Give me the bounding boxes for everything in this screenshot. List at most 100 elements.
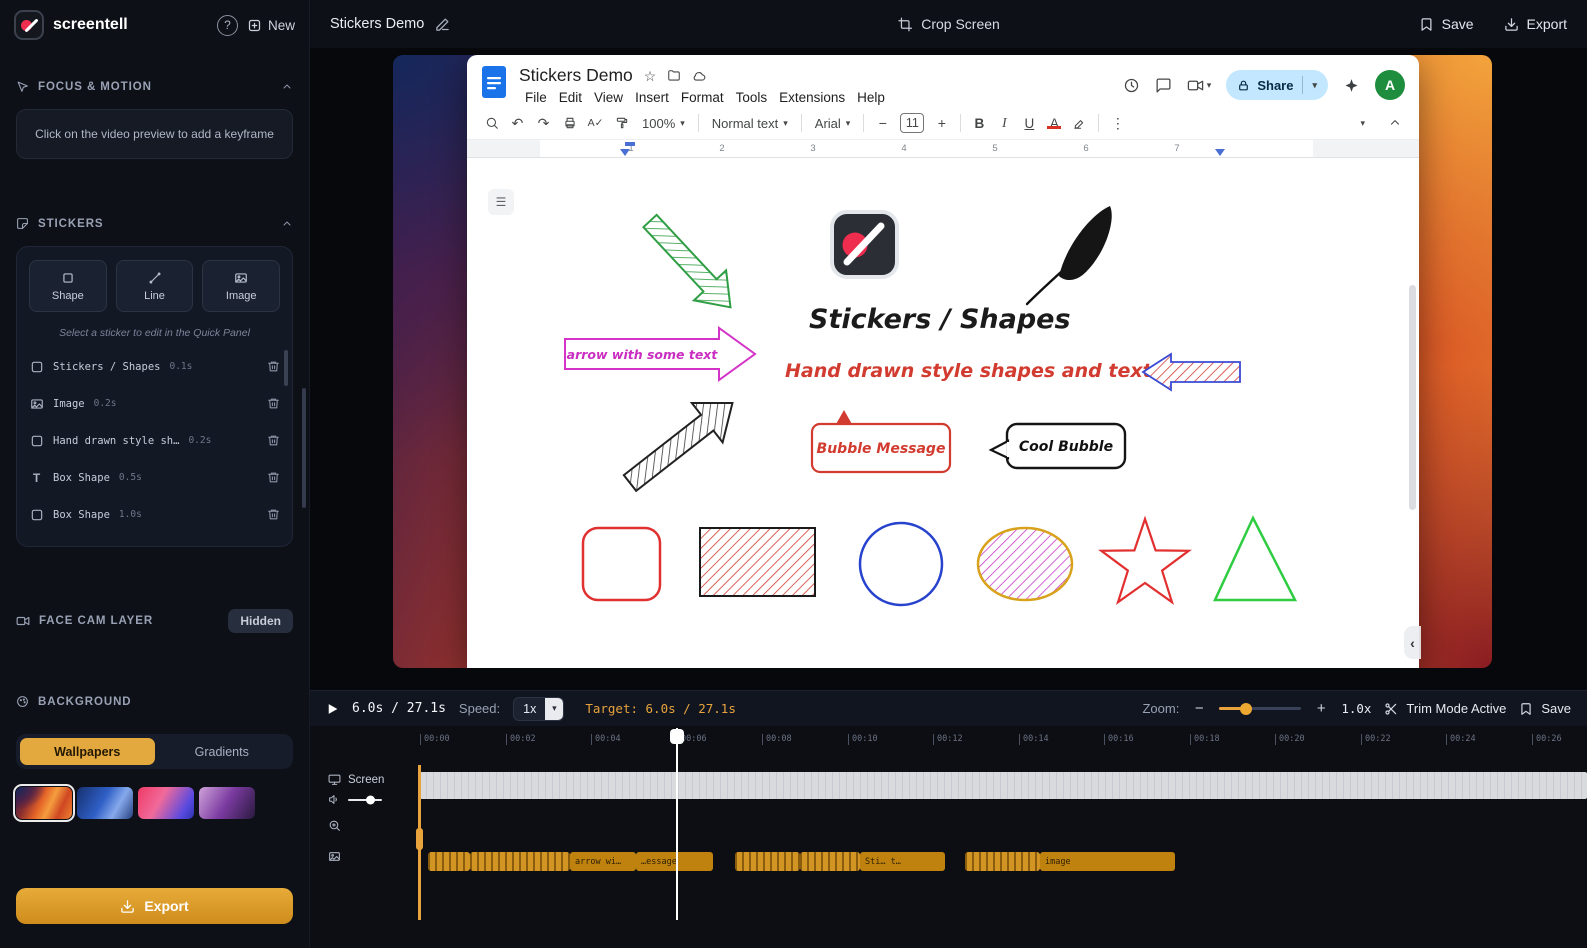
timeline-canvas[interactable]: 00:00 00:02 00:04 00:06 00:08 00:10 00:1… xyxy=(420,726,1587,948)
menu-extensions[interactable]: Extensions xyxy=(773,89,851,106)
export-button[interactable]: Export xyxy=(16,888,293,924)
editing-mode-select[interactable]: ▾ xyxy=(1348,111,1372,135)
export-top-button[interactable]: Export xyxy=(1504,16,1567,32)
crop-screen-button[interactable]: Crop Screen xyxy=(897,16,1000,32)
playhead[interactable] xyxy=(676,728,678,920)
zoom-slider[interactable] xyxy=(1219,707,1301,710)
redo-button[interactable]: ↷ xyxy=(531,111,556,135)
doc-canvas[interactable]: Stickers / Shapes arrow with some text H… xyxy=(467,158,1419,668)
black-arrow-sticker[interactable] xyxy=(615,383,748,502)
chevron-up-icon[interactable] xyxy=(281,218,293,230)
wallpaper-thumb-2[interactable] xyxy=(77,787,133,819)
add-shape-button[interactable]: Shape xyxy=(29,260,107,312)
heading-text[interactable]: Stickers / Shapes xyxy=(809,304,1071,335)
wallpaper-thumb-1[interactable] xyxy=(16,787,72,819)
blue-circle-shape[interactable] xyxy=(860,523,942,605)
red-rounded-square-shape[interactable] xyxy=(583,528,660,600)
preview-wallpaper[interactable]: Stickers Demo ☆ File Edit View Insert Fo xyxy=(393,55,1492,668)
timeline-segment[interactable] xyxy=(470,852,570,871)
doc-ruler[interactable]: 1 2 3 4 5 6 7 xyxy=(467,140,1419,158)
timeline-segment[interactable] xyxy=(965,852,1040,871)
add-image-button[interactable]: Image xyxy=(202,260,280,312)
underline-button[interactable]: U xyxy=(1017,116,1041,131)
hatched-rectangle-shape[interactable] xyxy=(700,528,815,596)
timeline-segment[interactable] xyxy=(428,852,470,871)
text-color-button[interactable]: A xyxy=(1042,116,1066,131)
sticker-list-item[interactable]: Hand drawn style sh… 0.2s xyxy=(29,422,280,459)
font-size-input[interactable]: 11 xyxy=(900,113,924,133)
help-button[interactable]: ? xyxy=(217,15,238,36)
decrease-font-button[interactable]: − xyxy=(870,111,895,135)
play-button[interactable] xyxy=(326,702,339,716)
right-indent-marker[interactable] xyxy=(1215,149,1225,156)
collapse-panel-button[interactable]: ‹ xyxy=(1404,626,1421,659)
caret-down-icon[interactable]: ▾ xyxy=(1312,81,1317,90)
comment-icon[interactable] xyxy=(1155,77,1172,94)
timeline-segment[interactable]: image xyxy=(1040,852,1175,871)
collapse-toolbar-button[interactable] xyxy=(1382,111,1407,135)
doc-scrollbar[interactable] xyxy=(1409,285,1416,510)
bold-button[interactable]: B xyxy=(967,116,991,131)
timeline-segment[interactable]: arrow wi… xyxy=(570,852,636,871)
share-button[interactable]: Share ▾ xyxy=(1226,70,1328,100)
menu-file[interactable]: File xyxy=(519,89,553,106)
timeline[interactable]: Screen 00:00 00:02 00:04 00:06 00:08 xyxy=(310,726,1587,948)
paint-format-button[interactable] xyxy=(609,111,634,135)
search-menus-button[interactable] xyxy=(479,111,504,135)
delete-sticker-button[interactable] xyxy=(267,397,280,410)
screen-track-label[interactable]: Screen xyxy=(328,773,384,786)
sidebar-scrollbar[interactable] xyxy=(302,388,306,508)
menu-format[interactable]: Format xyxy=(675,89,730,106)
gemini-sparkle-icon[interactable] xyxy=(1343,77,1360,94)
save-button[interactable]: Save xyxy=(1419,16,1474,32)
cool-bubble-sticker[interactable]: Cool Bubble xyxy=(991,424,1125,468)
zoom-in-button[interactable]: + xyxy=(1314,700,1328,717)
green-triangle-shape[interactable] xyxy=(1215,518,1295,600)
volume-knob[interactable] xyxy=(366,795,375,804)
undo-button[interactable]: ↶ xyxy=(505,111,530,135)
menu-insert[interactable]: Insert xyxy=(629,89,675,106)
delete-sticker-button[interactable] xyxy=(267,508,280,521)
tab-wallpapers[interactable]: Wallpapers xyxy=(20,738,155,765)
zoom-track-label[interactable] xyxy=(328,819,341,832)
video-preview[interactable]: Stickers Demo ☆ File Edit View Insert Fo xyxy=(310,48,1587,690)
highlight-button[interactable] xyxy=(1067,111,1092,135)
labeled-arrow-sticker[interactable]: arrow with some text xyxy=(565,328,755,380)
tab-gradients[interactable]: Gradients xyxy=(155,738,290,765)
trim-start-handle[interactable] xyxy=(416,828,423,850)
meet-camera-button[interactable]: ▾ xyxy=(1187,77,1212,94)
version-history-icon[interactable] xyxy=(1123,77,1140,94)
left-arrow-sticker[interactable] xyxy=(1143,354,1240,390)
edit-title-icon[interactable] xyxy=(435,17,450,32)
screentell-logo-sticker[interactable] xyxy=(832,212,897,277)
bubble-message-sticker[interactable]: Bubble Message xyxy=(812,410,950,472)
italic-button[interactable]: I xyxy=(992,115,1016,131)
doc-outline-button[interactable]: ☰ xyxy=(488,189,514,215)
wallpaper-thumb-4[interactable] xyxy=(199,787,255,819)
zoom-out-button[interactable]: − xyxy=(1192,700,1206,717)
sticker-list-item[interactable]: Image 0.2s xyxy=(29,385,280,422)
zoom-select[interactable]: 100%▾ xyxy=(635,111,692,135)
menu-tools[interactable]: Tools xyxy=(730,89,774,106)
spellcheck-button[interactable]: A✓ xyxy=(583,111,608,135)
section-focus-motion[interactable]: FOCUS & MOTION xyxy=(16,80,293,93)
timeline-segment[interactable] xyxy=(800,852,860,871)
timeline-save-button[interactable]: Save xyxy=(1519,701,1571,716)
volume-control[interactable] xyxy=(328,793,382,806)
print-button[interactable] xyxy=(557,111,582,135)
timeline-segment[interactable]: Sti… t… xyxy=(860,852,945,871)
delete-sticker-button[interactable] xyxy=(267,434,280,447)
section-background[interactable]: BACKGROUND xyxy=(16,695,293,708)
section-stickers[interactable]: STICKERS xyxy=(16,217,293,230)
sticker-list-item[interactable]: T Box Shape 0.5s xyxy=(29,459,280,496)
trim-mode-button[interactable]: Trim Mode Active xyxy=(1384,701,1506,716)
feather-sticker[interactable] xyxy=(1027,206,1112,304)
sticker-track-label[interactable] xyxy=(328,850,341,863)
facecam-status-badge[interactable]: Hidden xyxy=(228,609,293,633)
doc-title[interactable]: Stickers Demo xyxy=(519,65,633,86)
menu-help[interactable]: Help xyxy=(851,89,891,106)
section-facecam[interactable]: FACE CAM LAYER Hidden xyxy=(16,609,293,633)
hatched-ellipse-shape[interactable] xyxy=(978,528,1072,600)
cloud-status-icon[interactable] xyxy=(692,69,706,83)
left-indent-marker[interactable] xyxy=(620,149,630,156)
